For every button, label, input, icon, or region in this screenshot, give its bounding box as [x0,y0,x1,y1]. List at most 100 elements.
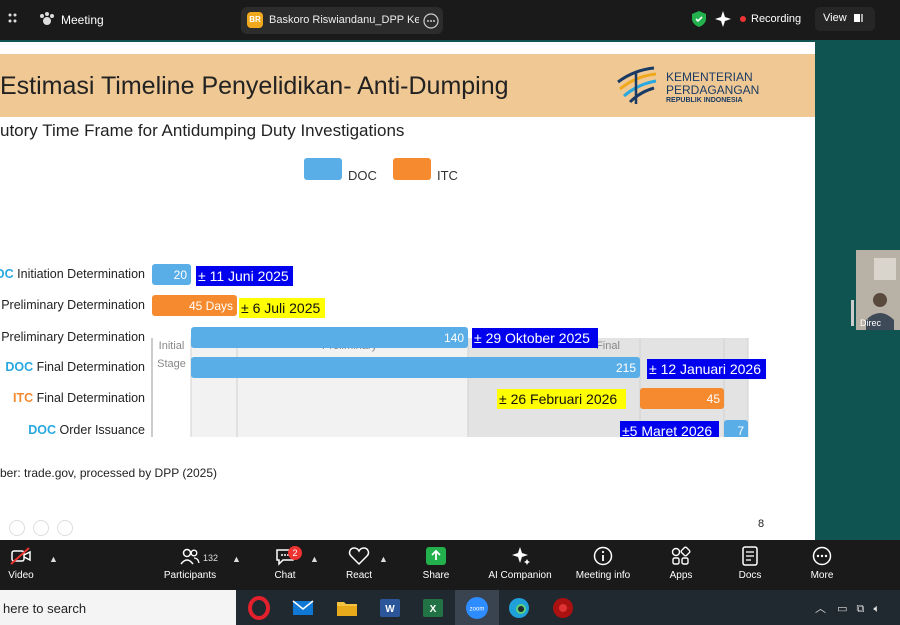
bar-value-1: 45 Days [189,299,233,313]
chat-button[interactable]: Chat [245,544,325,588]
apps-button[interactable]: Apps [641,544,721,588]
row-label-5: DOC Order Issuance [28,423,145,437]
row-text-1: Preliminary Determination [1,298,145,312]
slide-source: ber: trade.gov, processed by DPP (2025) [0,466,218,480]
docs-label: Docs [738,570,762,581]
row-label-2: Preliminary Determination [1,330,145,344]
chat-unread-badge: 2 [288,546,302,560]
bar-5 [724,420,748,437]
apps-label: Apps [669,570,693,581]
zoom-icon[interactable]: zoom [465,596,489,620]
taskbar-search-input[interactable]: here to search [0,590,236,625]
network-icon[interactable]: ⧉ [857,603,865,615]
recording-dot-icon [740,16,746,22]
battery-icon[interactable]: ▭ [837,603,847,615]
legend-label-itc: ITC [437,168,458,183]
participant-video-tile[interactable]: Direc [856,250,900,330]
view-layout-icon [853,14,863,23]
chat-options-icon[interactable]: ▲ [310,554,319,564]
logo-line-1: KEMENTERIAN [666,70,753,84]
recording-label: Recording [751,13,802,25]
slide-more-icon[interactable] [57,520,73,536]
row-label-1: Preliminary Determination [1,298,145,312]
stage-label-0-0: Initial [159,340,185,352]
bar-3 [191,357,640,378]
row-agency-0: DOC [0,267,14,281]
view-button[interactable]: View [815,7,875,31]
row-agency-5: DOC [28,423,56,437]
word-icon[interactable]: W [378,596,402,620]
panel-resize-handle[interactable] [851,300,854,326]
participants-options-icon[interactable]: ▲ [232,554,241,564]
react-button[interactable]: React [319,544,399,588]
share-button[interactable]: Share [396,544,476,588]
participants-label: Participants [163,570,217,581]
more-button[interactable]: More [782,544,862,588]
kemendag-emblem-icon [617,66,657,104]
bar-value-4: 45 [707,392,721,406]
video-button[interactable]: Video [0,544,61,588]
video-options-icon[interactable]: ▲ [49,554,58,564]
ai-companion-label: AI Companion [488,570,552,581]
stage-label-2-0: Final [596,340,620,352]
volume-icon[interactable]: 🔈︎ [873,603,880,615]
note-text-3: ± 12 Januari 2026 [649,361,761,377]
legend-swatch-doc [304,158,342,180]
row-label-4: ITC Final Determination [13,391,145,405]
meeting-info-label: Meeting info [575,570,631,581]
participants-button[interactable]: Participants [150,544,230,588]
file-explorer-icon[interactable] [335,596,359,620]
slide-zoom-icon[interactable] [33,520,49,536]
shared-slide: Estimasi Timeline Penyelidikan- Anti-Dum… [0,42,815,540]
edge-icon[interactable] [507,596,531,620]
more-options-icon[interactable] [423,13,439,29]
legend-label-doc: DOC [348,168,377,183]
participants-count: 132 [203,553,219,563]
app-icon[interactable] [551,596,575,620]
bar-value-2: 140 [444,331,464,345]
note-text-5: ±5 Maret 2026 [622,423,712,437]
stage-panel-preliminary [191,338,468,437]
meeting-app-label[interactable]: Meeting [61,13,104,27]
docs-button[interactable]: Docs [710,544,790,588]
meeting-toolbar: Video ▲ Participants 132 ▲ Chat ▲ React … [0,540,900,590]
svg-text:X: X [430,604,437,615]
svg-text:W: W [385,604,395,615]
windows-taskbar: here to search W X zoom ︿ ▭ ⧉ 🔈︎ [0,590,900,625]
tray-chevron-icon[interactable]: ︿ [815,603,826,615]
video-label: Video [8,570,34,581]
slide-back-icon[interactable] [9,520,25,536]
excel-icon[interactable]: X [421,596,445,620]
mail-icon[interactable] [291,596,315,620]
ai-companion-button[interactable]: AI Companion [480,544,560,588]
menu-dots-icon[interactable] [6,10,24,28]
bar-value-3: 215 [616,361,636,375]
apps-icon [671,546,691,565]
paw-icon[interactable] [38,10,56,28]
logo-line-2: PERDAGANGAN [666,83,760,97]
heart-icon [348,547,370,566]
meeting-info-button[interactable]: Meeting info [563,544,643,588]
opera-icon[interactable] [247,596,271,620]
timeline-chart: InitialStagePreliminaryStageFinalStageDO… [0,264,766,437]
bar-2 [191,327,468,348]
security-shield-icon[interactable] [690,10,708,28]
participant-name: Direc [860,318,882,328]
note-text-2: ± 29 Oktober 2025 [474,330,590,346]
video-off-icon [10,547,31,565]
page-number: 8 [758,518,765,530]
note-text-1: ± 6 Juli 2025 [241,300,321,316]
bar-value-0: 20 [174,268,188,282]
system-tray: ︿ ▭ ⧉ 🔈︎ [815,600,880,616]
recording-indicator[interactable]: Recording [740,9,801,29]
meeting-title: Baskoro Riswiandanu_DPP Keme [269,14,419,26]
meeting-title-chip[interactable]: BR Baskoro Riswiandanu_DPP Keme [241,7,443,34]
ai-sparkle-icon[interactable] [714,10,732,28]
zoom-taskbar-label: zoom [470,607,485,613]
react-options-icon[interactable]: ▲ [379,554,388,564]
avatar: BR [247,12,263,28]
slide-subtitle: utory Time Frame for Antidumping Duty In… [0,121,405,140]
share-label: Share [422,570,450,581]
row-text-0: Initiation Determination [14,267,145,281]
docs-icon [742,546,758,566]
